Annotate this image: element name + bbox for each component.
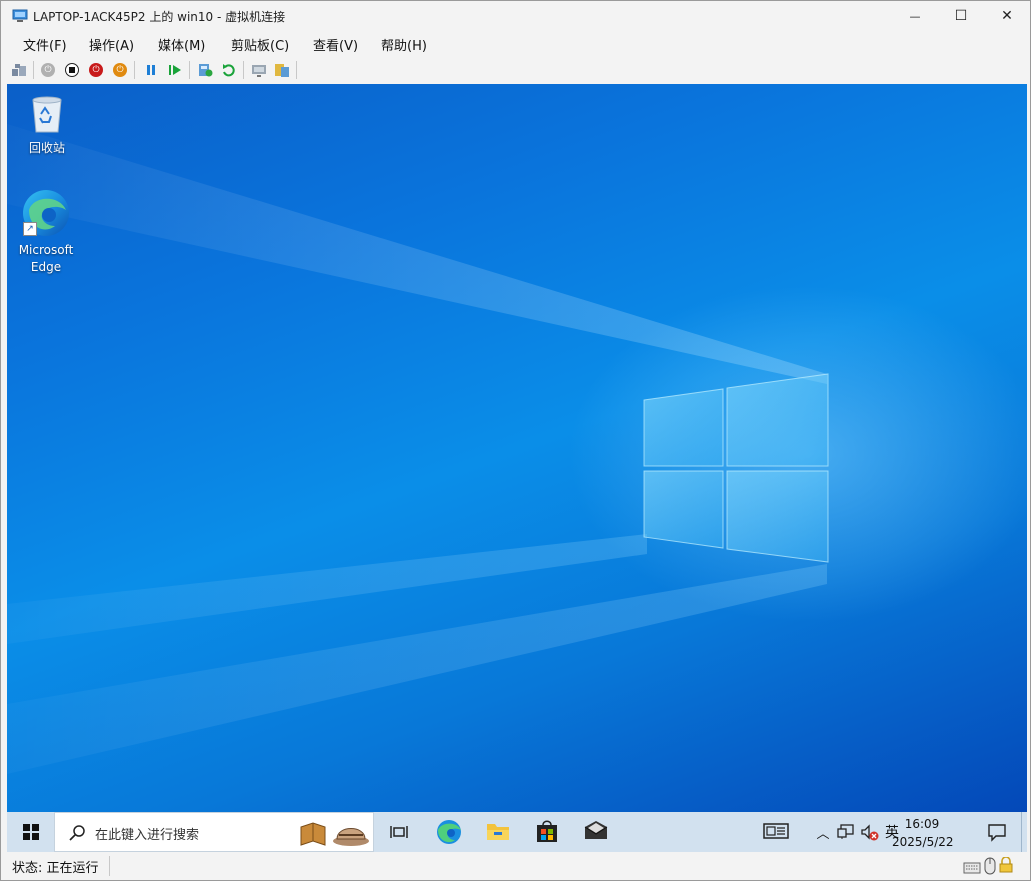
desktop-icon-recycle-bin[interactable]: 回收站 bbox=[9, 92, 85, 157]
action-center-button[interactable] bbox=[987, 822, 1009, 842]
menu-media[interactable]: 媒体(M) bbox=[158, 35, 205, 54]
minimize-button[interactable]: — bbox=[892, 1, 938, 31]
desktop-icon-label: Microsoft Edge bbox=[18, 243, 74, 274]
vm-desktop[interactable]: 回收站 ↗ Microsoft Edge bbox=[7, 84, 1027, 812]
wallpaper-light-beams bbox=[7, 124, 829, 774]
taskbar-clock[interactable]: 16:09 2025/5/22 bbox=[892, 815, 954, 851]
desktop-icon-label: 回收站 bbox=[28, 141, 65, 155]
mail-icon bbox=[584, 821, 608, 839]
taskbar-edge-button[interactable] bbox=[435, 818, 463, 846]
keyboard-icon bbox=[963, 859, 981, 874]
close-button[interactable]: ✕ bbox=[984, 1, 1030, 31]
menu-help[interactable]: 帮助(H) bbox=[381, 35, 427, 54]
edge-icon: ↗ bbox=[21, 188, 71, 238]
statusbar-separator bbox=[109, 856, 110, 876]
menu-clipboard[interactable]: 剪贴板(C) bbox=[231, 35, 289, 54]
turn-off-icon[interactable] bbox=[63, 61, 81, 79]
toolbar-separator bbox=[189, 61, 190, 79]
edge-icon bbox=[437, 820, 461, 844]
toolbar-separator bbox=[134, 61, 135, 79]
show-hidden-icons-button[interactable]: ︿ bbox=[815, 824, 831, 842]
vm-connect-app-icon bbox=[12, 8, 28, 24]
shortcut-arrow-icon: ↗ bbox=[23, 222, 37, 236]
lock-icon bbox=[999, 856, 1015, 875]
window-title: LAPTOP-1ACK45P2 上的 win10 - 虚拟机连接 bbox=[33, 10, 286, 24]
task-view-icon bbox=[390, 826, 408, 838]
start-button[interactable] bbox=[7, 812, 54, 852]
enhanced-session-icon[interactable] bbox=[250, 61, 268, 79]
recycle-bin-icon bbox=[27, 92, 67, 134]
toolbar-separator bbox=[296, 61, 297, 79]
show-desktop-button[interactable] bbox=[1021, 812, 1028, 852]
news-icon bbox=[763, 823, 789, 839]
title-bar: LAPTOP-1ACK45P2 上的 win10 - 虚拟机连接 — ☐ ✕ bbox=[1, 1, 1030, 31]
menu-bar: 文件(F) 操作(A) 媒体(M) 剪贴板(C) 查看(V) 帮助(H) bbox=[1, 31, 1030, 57]
toolbar-separator bbox=[243, 61, 244, 79]
taskbar-file-explorer-button[interactable] bbox=[485, 819, 513, 845]
status-bar: 状态: 正在运行 bbox=[1, 852, 1030, 880]
clock-date: 2025/5/22 bbox=[892, 835, 954, 849]
share-icon[interactable] bbox=[273, 61, 291, 79]
search-highlight-icon bbox=[300, 822, 369, 846]
taskbar: 在此键入进行搜索 ︿ 英 16:09 2025/5/22 bbox=[7, 812, 1027, 852]
power-icon[interactable]: ⏻ bbox=[111, 61, 129, 79]
network-icon[interactable] bbox=[837, 824, 855, 840]
toolbar-separator bbox=[33, 61, 34, 79]
windows-start-icon bbox=[22, 824, 39, 840]
maximize-icon: ☐ bbox=[954, 8, 968, 24]
notification-icon bbox=[988, 824, 1006, 842]
task-view-button[interactable] bbox=[387, 820, 411, 844]
store-icon bbox=[537, 820, 557, 842]
close-icon: ✕ bbox=[1001, 8, 1013, 24]
pause-icon[interactable] bbox=[142, 61, 160, 79]
shutdown-icon[interactable]: ⏻ bbox=[87, 61, 105, 79]
resume-icon[interactable] bbox=[166, 61, 184, 79]
minimize-icon: — bbox=[909, 9, 921, 23]
revert-icon[interactable] bbox=[220, 61, 238, 79]
desktop-icon-edge[interactable]: ↗ Microsoft Edge bbox=[8, 188, 84, 276]
file-explorer-icon bbox=[487, 824, 509, 840]
news-widget-button[interactable] bbox=[763, 822, 791, 842]
search-placeholder: 在此键入进行搜索 bbox=[95, 828, 200, 843]
taskbar-search-box[interactable]: 在此键入进行搜索 bbox=[54, 812, 374, 852]
clock-time: 16:09 bbox=[904, 817, 940, 831]
volume-muted-icon[interactable] bbox=[860, 824, 880, 842]
menu-action[interactable]: 操作(A) bbox=[89, 35, 134, 54]
vm-status: 状态: 正在运行 bbox=[12, 861, 99, 876]
menu-file[interactable]: 文件(F) bbox=[23, 35, 67, 54]
taskbar-store-button[interactable] bbox=[534, 818, 562, 846]
search-icon bbox=[69, 825, 85, 841]
vm-connection-window: LAPTOP-1ACK45P2 上的 win10 - 虚拟机连接 — ☐ ✕ 文… bbox=[0, 0, 1031, 881]
chevron-up-icon: ︿ bbox=[816, 826, 830, 842]
start-icon[interactable]: ⏻ bbox=[39, 61, 57, 79]
mouse-icon bbox=[984, 857, 996, 875]
maximize-button[interactable]: ☐ bbox=[938, 1, 984, 31]
menu-view[interactable]: 查看(V) bbox=[313, 35, 358, 54]
toolbar: ⏻ ⏻ ⏻ bbox=[1, 57, 1030, 83]
taskbar-mail-button[interactable] bbox=[583, 819, 611, 845]
checkpoint-icon[interactable] bbox=[196, 61, 214, 79]
ctrl-alt-del-icon[interactable] bbox=[10, 61, 28, 79]
